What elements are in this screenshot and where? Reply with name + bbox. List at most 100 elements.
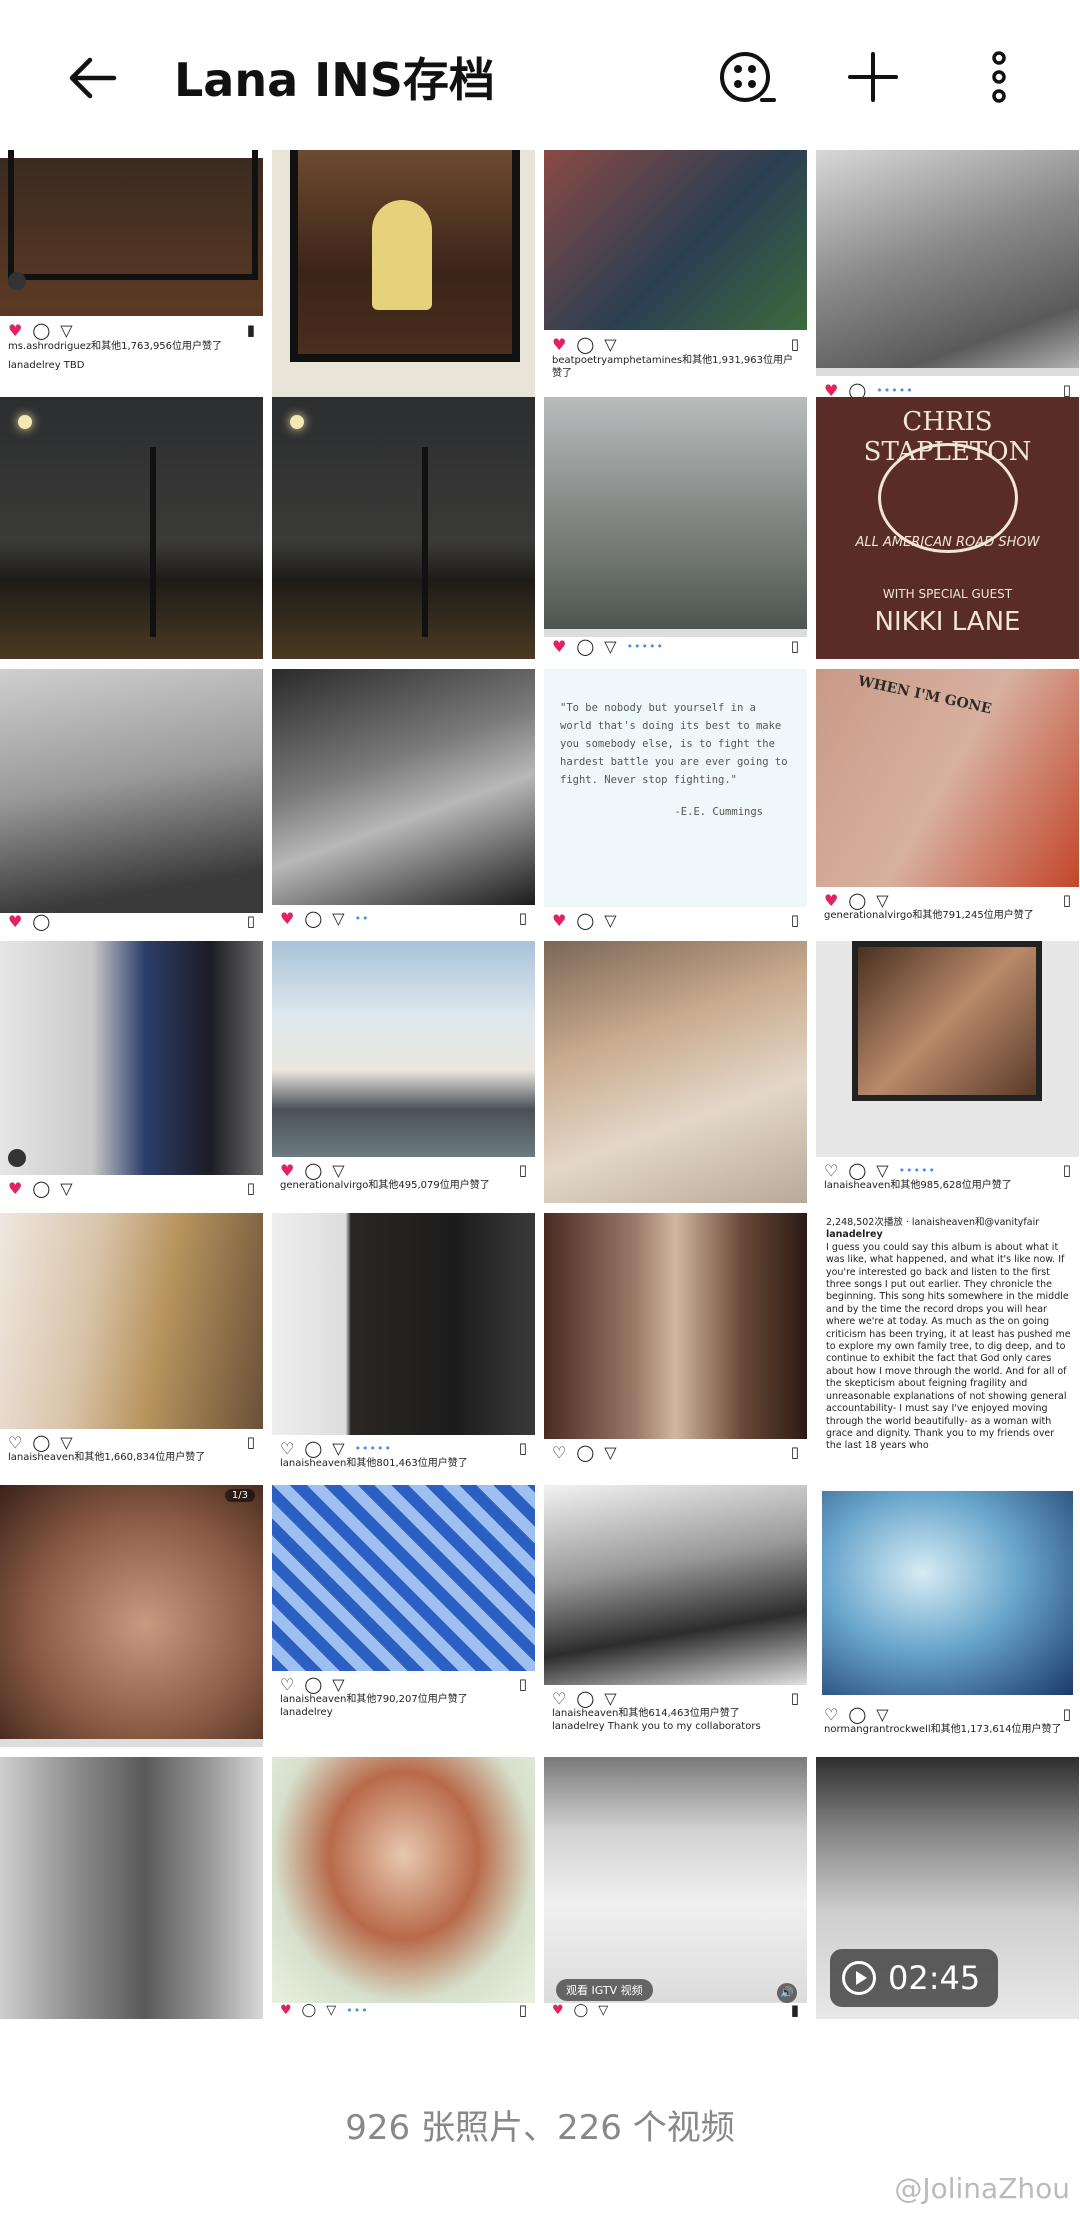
share-icon: ▽ — [876, 890, 889, 910]
poster-guest-name: NIKKI LANE — [874, 607, 1021, 637]
share-icon: ▽ — [604, 636, 617, 656]
caption-text: lanadelrey — [280, 1707, 333, 1718]
photo-tile[interactable]: ♥ ◯ ▽ •• ▯ — [272, 669, 535, 931]
photo — [0, 669, 263, 915]
photo — [544, 1757, 807, 2003]
comment-icon: ◯ — [848, 380, 867, 400]
photo-tile[interactable]: ♡ ◯ ▽ ••••• ▯ lanaisheaven和其他985,628位用户赞了 — [816, 941, 1079, 1203]
post-meta: ♥ ◯ ▽ ▯ — [544, 907, 807, 931]
photo-tile[interactable]: ♡ ◯ ▽ ••••• ▯ lanaisheaven和其他801,463位用户赞了 — [272, 1213, 535, 1475]
photo-tile[interactable]: 观看 IGTV 视频 🔊 ♥ ◯ ▽ ▮ — [544, 1757, 807, 2019]
bookmark-icon: ▯ — [518, 908, 527, 927]
photo-tile[interactable]: ♥ ◯ ▽ ▮ ms.ashrodriguez和其他1,763,956位用户赞了 la… — [0, 150, 263, 412]
carousel-dots: ••• — [346, 2003, 369, 2017]
photo-tile[interactable] — [272, 150, 535, 412]
post-meta: ♥ ◯ ▽ ▯ — [0, 1175, 263, 1203]
post-meta: ♡ ◯ ▽ ••••• ▯ lanaisheaven和其他985,628位用户赞了 — [816, 1157, 1079, 1203]
photo-tile[interactable]: "To be nobody but yourself in a world th… — [544, 669, 807, 931]
comment-icon: ◯ — [576, 1442, 595, 1462]
photo-tile[interactable]: ♥ ◯ ▽ ••• ▯ — [272, 1757, 535, 2019]
avatar — [8, 1149, 26, 1167]
photo — [544, 1485, 807, 1685]
comment-icon: ◯ — [301, 2002, 317, 2018]
share-icon: ▽ — [60, 1432, 73, 1452]
share-icon: ▽ — [332, 1160, 345, 1180]
heart-icon: ♥ — [8, 320, 23, 340]
photo-tile[interactable]: ♡ ◯ ▽ ▯ — [544, 1213, 807, 1475]
photo-tile[interactable]: ♥ ◯ ••••• ▯ — [816, 150, 1079, 412]
share-icon: ▽ — [60, 320, 73, 340]
more-options-icon[interactable] — [966, 44, 1032, 110]
play-icon — [842, 1961, 876, 1995]
share-icon: ▽ — [326, 2002, 337, 2018]
volume-icon[interactable]: 🔊 — [777, 1983, 797, 2003]
photo — [0, 1213, 263, 1429]
photo — [272, 1213, 535, 1435]
comment-icon: ◯ — [576, 636, 595, 656]
likes-text: lanaisheaven和其他1,660,834位用户赞了 — [8, 1452, 206, 1463]
photo-tile[interactable] — [544, 941, 807, 1203]
heart-outline-icon: ♡ — [552, 1688, 567, 1708]
caption-text: lanadelrey Thank you to my collaborators — [552, 1721, 761, 1732]
heart-icon: ♥ — [824, 890, 839, 910]
likes-text: lanaisheaven和其他985,628位用户赞了 — [824, 1180, 1012, 1191]
comment-icon: ◯ — [304, 908, 323, 928]
bookmark-icon: ▯ — [1062, 1160, 1071, 1179]
photo-tile[interactable]: CHRIS STAPLETON ALL AMERICAN ROAD SHOW W… — [816, 397, 1079, 659]
video-duration: 02:45 — [888, 1959, 981, 1997]
share-icon: ▽ — [604, 1688, 617, 1708]
share-icon: ▽ — [332, 1438, 345, 1458]
photo-tile[interactable]: WHEN I'M GONE ♥ ◯ ▽ ▯ generationalvirgo和其他7… — [816, 669, 1079, 931]
bookmark-icon: ▯ — [246, 1178, 255, 1197]
caption-text: lanadelrey TBD — [8, 360, 85, 371]
photo-tile[interactable]: ♥ ◯ ▯ — [0, 669, 263, 931]
photo — [272, 669, 535, 907]
bookmark-icon: ▯ — [790, 910, 799, 929]
carousel-dots: ••••• — [626, 639, 665, 653]
post-meta: ♥ ◯ ▽ ▯ generationalvirgo和其他791,245位用户赞了 — [816, 887, 1079, 931]
heart-icon: ♥ — [280, 2002, 292, 2018]
photo-tile[interactable]: 1/3 — [0, 1485, 263, 1747]
slideshow-icon[interactable] — [714, 44, 780, 110]
post-meta: ♥ ◯ ▽ ••• ▯ — [272, 2002, 535, 2019]
photo-tile[interactable]: ♥ ◯ ▽ ▯ — [0, 941, 263, 1203]
photo-tile[interactable]: ♡ ◯ ▽ ▯ normangrantrockwell和其他1,173,614位用户赞… — [816, 1485, 1079, 1747]
photo-tile[interactable] — [0, 1757, 263, 2019]
quote-text: "To be nobody but yourself in a world th… — [560, 699, 793, 821]
photo — [852, 941, 1042, 1101]
heart-icon: ♥ — [8, 911, 23, 931]
comment-icon: ◯ — [32, 1178, 51, 1198]
photo-tile[interactable]: ♡ ◯ ▽ ▯ lanaisheaven和其他614,463位用户赞了 lanadel… — [544, 1485, 807, 1747]
bookmark-icon: ▯ — [790, 1442, 799, 1461]
comment-icon: ◯ — [576, 1688, 595, 1708]
caption-body: I guess you could say this album is abou… — [826, 1241, 1071, 1452]
photo-tile[interactable]: ♥ ◯ ▽ ▯ generationalvirgo和其他495,079位用户赞了 — [272, 941, 535, 1203]
share-icon: ▽ — [332, 908, 345, 928]
video-duration-badge[interactable]: 02:45 — [830, 1949, 999, 2007]
add-icon[interactable] — [840, 44, 906, 110]
photo — [544, 397, 807, 629]
photo-tile[interactable]: ♥ ◯ ▽ ▯ beatpoetryamphetamines和其他1,931,963位… — [544, 150, 807, 412]
photo-tile[interactable]: ♡ ◯ ▽ ▯ lanaisheaven和其他1,660,834位用户赞了 — [0, 1213, 263, 1475]
likes-text: ms.ashrodriguez和其他1,763,956位用户赞了 — [8, 341, 223, 352]
photo — [544, 1213, 807, 1439]
photo-tile[interactable] — [272, 397, 535, 659]
back-arrow-icon[interactable] — [64, 50, 120, 106]
heart-outline-icon: ♡ — [824, 1160, 839, 1180]
avatar — [8, 272, 26, 290]
comment-icon: ◯ — [573, 2002, 589, 2018]
post-meta: ♥ ◯ ▽ ▮ — [544, 2002, 807, 2019]
heart-outline-icon: ♡ — [552, 1442, 567, 1462]
igtv-label[interactable]: 观看 IGTV 视频 — [556, 1979, 653, 2001]
photo-tile[interactable]: ♥ ◯ ▽ ••••• ▯ — [544, 397, 807, 659]
heart-icon: ♥ — [552, 334, 567, 354]
likes-text: beatpoetryamphetamines和其他1,931,963位用户赞了 — [552, 355, 793, 379]
post-meta: ♡ ◯ ▽ ▯ normangrantrockwell和其他1,173,614位用户赞… — [816, 1701, 1079, 1747]
photo-tile[interactable]: ♡ ◯ ▽ ▯ lanaisheaven和其他790,207位用户赞了 lanadel… — [272, 1485, 535, 1747]
photo-tile[interactable] — [0, 397, 263, 659]
post-meta: ♡ ◯ ▽ ▯ lanaisheaven和其他790,207位用户赞了 lanadel… — [272, 1671, 535, 1747]
video-tile[interactable]: 02:45 — [816, 1757, 1079, 2019]
bookmark-icon: ▯ — [790, 1688, 799, 1707]
photo-tile[interactable]: 2,248,502次播放 · lanaisheaven和@vanityfair … — [816, 1213, 1079, 1475]
heart-outline-icon: ♡ — [8, 1432, 23, 1452]
